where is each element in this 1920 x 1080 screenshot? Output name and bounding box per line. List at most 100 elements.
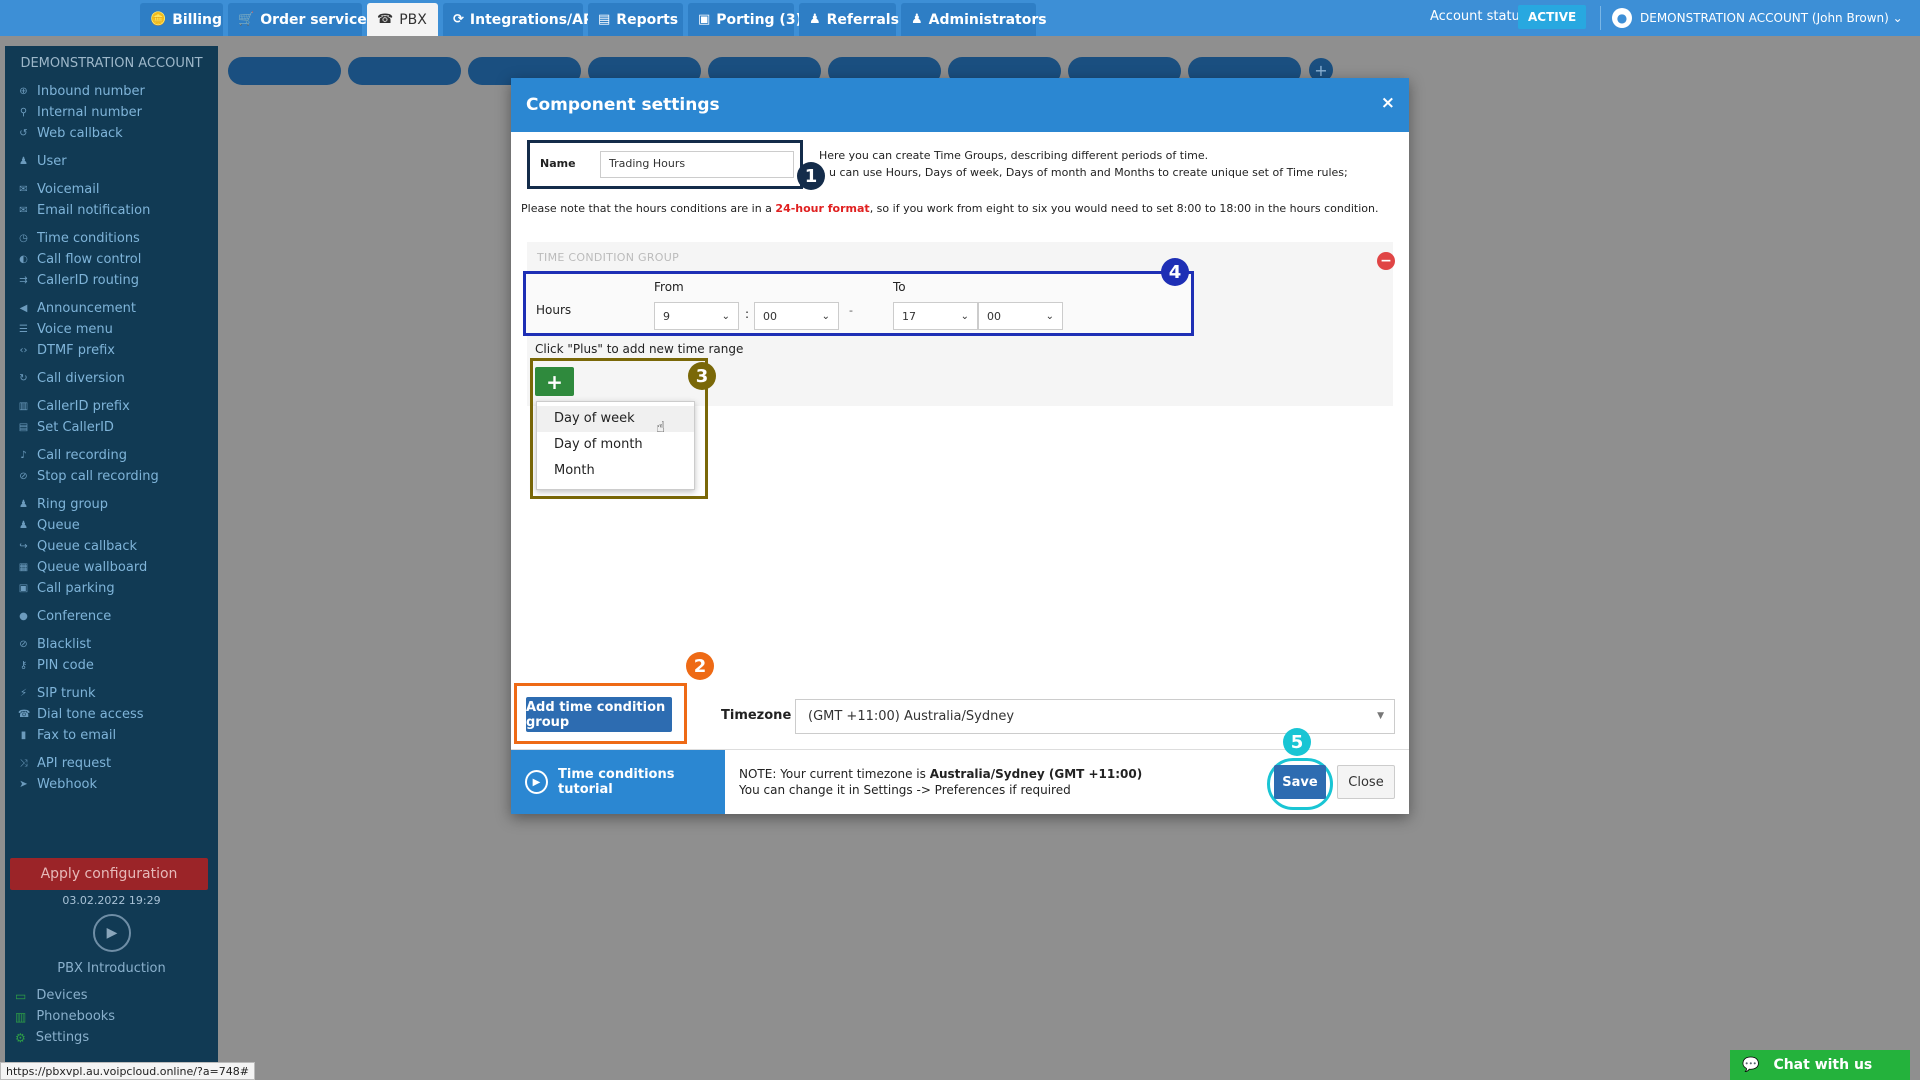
sidebar-item-ring-group[interactable]: ♟ Ring group — [18, 497, 108, 512]
sidebar-item-voice-menu[interactable]: ☰ Voice menu — [18, 322, 113, 337]
key-icon: ⚷ — [19, 660, 28, 671]
hours-label: Hours — [536, 303, 572, 317]
component-pill[interactable] — [348, 57, 461, 85]
tab-pbx[interactable]: ☎ PBX — [367, 3, 438, 36]
close-button[interactable]: Close — [1337, 765, 1395, 799]
sidebar-link-phonebooks[interactable]: ▥ Phonebooks — [15, 1009, 115, 1024]
chat-with-us-button[interactable]: 💬 Chat with us — [1730, 1050, 1910, 1080]
modal-title: Component settings — [526, 95, 720, 115]
chevron-down-icon: ⌄ — [960, 310, 969, 322]
tab-billing[interactable]: 🪙 Billing — [140, 3, 223, 36]
sidebar-item-call-diversion[interactable]: ↻ Call diversion — [18, 371, 125, 386]
user-plus-icon: ♟ — [19, 520, 28, 531]
dropdown-option-day-of-month[interactable]: Day of month — [537, 432, 694, 458]
time-conditions-tutorial-button[interactable]: ▶ Time conditions tutorial — [511, 750, 725, 814]
lock-icon: ▮ — [20, 730, 27, 741]
from-hour-select[interactable]: 9 ⌄ — [654, 302, 739, 330]
send-icon: ➤ — [19, 779, 28, 790]
close-icon[interactable]: × — [1381, 93, 1395, 113]
modal-header: Component settings × — [511, 78, 1409, 132]
sidebar-item-call-flow-control[interactable]: ◐ Call flow control — [18, 252, 141, 267]
sidebar-item-conference[interactable]: ● Conference — [18, 609, 111, 624]
sidebar-link-devices[interactable]: ▭ Devices — [15, 988, 88, 1003]
sidebar-item-webhook[interactable]: ➤ Webhook — [18, 777, 97, 792]
remove-group-icon[interactable]: − — [1377, 252, 1395, 270]
pin-icon: ⚲ — [19, 107, 28, 118]
timezone-label: Timezone — [721, 708, 792, 723]
sidebar-item-user[interactable]: ♟ User — [18, 154, 67, 169]
chevron-down-icon: ⌄ — [821, 310, 830, 322]
timezone-note-hint: You can change it in Settings -> Prefere… — [739, 783, 1071, 797]
from-minute-select[interactable]: 00 ⌄ — [754, 302, 839, 330]
chevron-down-icon: ⌄ — [721, 310, 730, 322]
redo-icon: ↻ — [19, 373, 28, 384]
sidebar-item-pin-code[interactable]: ⚷ PIN code — [18, 658, 94, 673]
cart-icon: 🛒 — [238, 12, 255, 27]
sidebar-item-set-callerid[interactable]: ▤ Set CallerID — [18, 420, 114, 435]
sidebar-item-call-parking[interactable]: ▣ Call parking — [18, 581, 115, 596]
sidebar-link-settings[interactable]: ⚙ Settings — [15, 1030, 89, 1045]
sidebar-item-dial-tone-access[interactable]: ☎ Dial tone access — [18, 707, 144, 722]
clock-icon: ◷ — [19, 233, 28, 244]
sidebar-item-internal-number[interactable]: ⚲ Internal number — [18, 105, 142, 120]
sidebar-item-sip-trunk[interactable]: ⚡ SIP trunk — [18, 686, 96, 701]
tab-administrators[interactable]: ♟ Administrators — [901, 3, 1047, 36]
phone-icon: ☎ — [18, 709, 31, 720]
sidebar-item-queue-wallboard[interactable]: ▦ Queue wallboard — [18, 560, 147, 575]
sidebar-item-callerid-routing[interactable]: ⇉ CallerID routing — [18, 273, 139, 288]
toggle-icon: ◐ — [19, 254, 28, 265]
add-range-plus-button[interactable]: + — [535, 367, 574, 396]
sidebar-item-dtmf-prefix[interactable]: ‹› DTMF prefix — [18, 343, 115, 358]
timezone-select[interactable]: (GMT +11:00) Australia/Sydney ▼ — [795, 699, 1395, 734]
range-type-dropdown: Day of week Day of month Month — [536, 401, 695, 490]
status-bar-url: https://pbxvpl.au.voipcloud.online/?a=74… — [0, 1062, 255, 1080]
phone-grid-icon: ☎ — [377, 12, 394, 27]
megaphone-icon: ◀ — [19, 303, 28, 314]
name-label: Name — [540, 157, 576, 170]
top-navigation-bar: 🪙 Billing 🛒 Order services ☎ PBX ⟳ Integrati… — [0, 0, 1920, 36]
sidebar-item-queue-callback[interactable]: ↪ Queue callback — [18, 539, 137, 554]
sidebar-item-api-request[interactable]: ⤨ API request — [18, 756, 112, 771]
sidebar-item-email-notification[interactable]: ✉ Email notification — [18, 203, 150, 218]
pbx-introduction-label[interactable]: PBX Introduction — [5, 961, 218, 976]
hours-format-note: Please note that the hours conditions ar… — [521, 202, 1379, 215]
sidebar-item-blacklist[interactable]: ⊘ Blacklist — [18, 637, 91, 652]
sidebar-item-call-recording[interactable]: ♪ Call recording — [18, 448, 127, 463]
comments-icon: ● — [19, 611, 28, 622]
sidebar-item-queue[interactable]: ♟ Queue — [18, 518, 80, 533]
user-avatar-icon[interactable]: ● — [1612, 8, 1632, 28]
dropdown-option-month[interactable]: Month — [537, 458, 694, 484]
apply-configuration-button[interactable]: Apply configuration — [10, 858, 208, 890]
to-minute-select[interactable]: 00 ⌄ — [978, 302, 1063, 330]
name-input[interactable]: Trading Hours — [600, 151, 794, 178]
tab-integrations-api[interactable]: ⟳ Integrations/API — [443, 3, 598, 36]
component-settings-modal: Component settings × Name Trading Hours … — [511, 78, 1409, 814]
sidebar-item-fax-to-email[interactable]: ▮ Fax to email — [18, 728, 116, 743]
info-text-line-1: Here you can create Time Groups, describ… — [819, 149, 1209, 162]
tab-porting[interactable]: ▣ Porting (3) — [688, 3, 802, 36]
sidebar-item-voicemail[interactable]: ✉ Voicemail — [18, 182, 99, 197]
dropdown-option-day-of-week[interactable]: Day of week — [537, 406, 694, 432]
caret-down-icon: ▼ — [1377, 711, 1384, 721]
sidebar-item-web-callback[interactable]: ↺ Web callback — [18, 126, 122, 141]
tab-order-services[interactable]: 🛒 Order services — [228, 3, 375, 36]
sidebar-item-time-conditions[interactable]: ◷ Time conditions — [18, 231, 140, 246]
sidebar-item-announcement[interactable]: ◀ Announcement — [18, 301, 136, 316]
envelope-icon: ✉ — [19, 184, 28, 195]
sidebar-title: DEMONSTRATION ACCOUNT — [20, 56, 203, 71]
tab-referrals[interactable]: ♟ Referrals — [799, 3, 899, 36]
sidebar-item-callerid-prefix[interactable]: ▥ CallerID prefix — [18, 399, 130, 414]
tab-reports[interactable]: ▤ Reports — [588, 3, 683, 36]
sidebar-item-stop-call-recording[interactable]: ⊘ Stop call recording — [18, 469, 159, 484]
users-icon: ♟ — [19, 499, 28, 510]
play-icon[interactable]: ▶ — [93, 914, 131, 952]
callout-badge-4: 4 — [1161, 258, 1189, 286]
sidebar-item-inbound-number[interactable]: ⊕ Inbound number — [18, 84, 145, 99]
account-menu[interactable]: DEMONSTRATION ACCOUNT (John Brown) ⌄ — [1640, 11, 1903, 25]
to-label: To — [893, 280, 906, 294]
add-time-condition-group-button[interactable]: Add time condition group — [526, 697, 672, 732]
component-pill[interactable] — [228, 57, 341, 85]
book-icon: ▥ — [15, 1009, 27, 1024]
save-button[interactable]: Save — [1274, 765, 1326, 799]
to-hour-select[interactable]: 17 ⌄ — [893, 302, 978, 330]
